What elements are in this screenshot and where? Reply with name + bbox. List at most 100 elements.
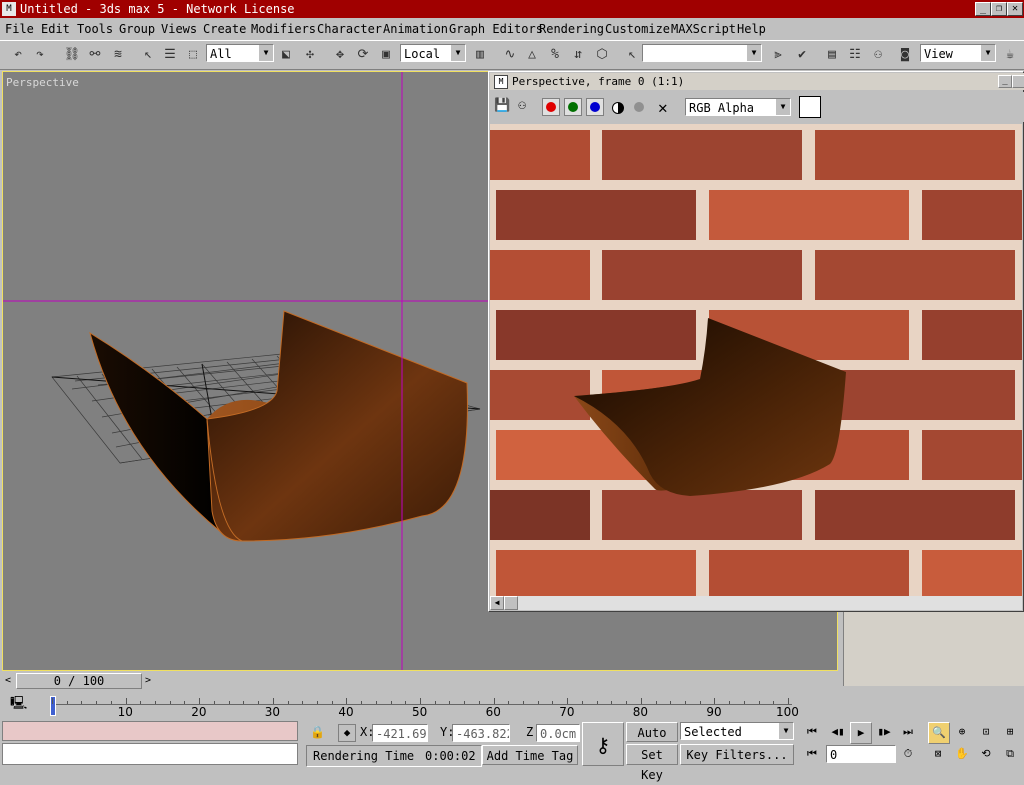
zoom-all-icon[interactable]: ⊕	[952, 722, 972, 742]
pan-icon[interactable]: ✋	[952, 744, 972, 764]
blue-channel-button[interactable]	[586, 98, 604, 116]
z-coordinate-field[interactable]: 0.0cm	[536, 724, 580, 742]
add-time-tag-button[interactable]: Add Time Tag	[482, 745, 578, 765]
set-key-button[interactable]: Set Key	[626, 744, 678, 782]
arc-rotate-icon[interactable]: ⟲	[976, 744, 996, 764]
region-zoom-icon[interactable]: ⊠	[928, 744, 948, 764]
undo-icon[interactable]: ↶	[8, 45, 28, 65]
set-key-mode-button[interactable]: ⚷	[582, 722, 624, 766]
quick-render-icon[interactable]: ☕	[1000, 45, 1020, 65]
maxscript-listener-pink[interactable]	[2, 721, 298, 741]
track-view-icon[interactable]: ▤	[822, 45, 842, 65]
clear-icon[interactable]: ✕	[658, 98, 668, 117]
monochrome-icon[interactable]	[612, 102, 624, 114]
time-configuration-icon[interactable]: ⏱	[898, 744, 918, 764]
redo-icon[interactable]: ↷	[30, 45, 50, 65]
next-frame-arrow[interactable]: >	[142, 673, 154, 688]
key-mode-toggle-icon[interactable]: ⏮	[802, 744, 822, 764]
menu-create[interactable]: Create	[203, 22, 246, 36]
go-to-end-icon[interactable]: ⏭	[898, 722, 918, 742]
y-coordinate-field[interactable]: -463.822	[452, 724, 510, 742]
reference-coord-system-dropdown[interactable]: Local ▼	[400, 44, 466, 62]
mirror-icon[interactable]: ⫸	[768, 45, 788, 65]
go-to-start-icon[interactable]: ⏮	[802, 722, 822, 742]
maxscript-listener-white[interactable]	[2, 743, 298, 765]
menu-animation[interactable]: Animation	[383, 22, 448, 36]
prev-frame-arrow[interactable]: <	[2, 673, 14, 688]
x-coordinate-field[interactable]: -421.696	[372, 724, 428, 742]
menu-customize[interactable]: Customize	[605, 22, 670, 36]
select-and-link-icon[interactable]: ⛓	[62, 45, 82, 65]
close-button[interactable]: ✕	[1007, 2, 1023, 16]
align-icon[interactable]: ✔	[792, 45, 812, 65]
zoom-extents-all-icon[interactable]: ⊞	[1000, 722, 1020, 742]
menu-tools[interactable]: Tools	[77, 22, 113, 36]
select-and-manipulate-icon[interactable]: ✣	[300, 45, 320, 65]
angle-snap-icon[interactable]: △	[522, 45, 542, 65]
select-object-icon[interactable]: ↖	[138, 45, 158, 65]
menu-group[interactable]: Group	[119, 22, 155, 36]
current-frame-field[interactable]: 0	[826, 745, 896, 763]
green-channel-button[interactable]	[564, 98, 582, 116]
red-channel-button[interactable]	[542, 98, 560, 116]
edit-named-selection-icon[interactable]: ↖	[622, 45, 642, 65]
schematic-view-icon[interactable]: ☷	[845, 45, 865, 65]
clone-icon[interactable]: ⚇	[514, 98, 530, 114]
menu-views[interactable]: Views	[161, 22, 197, 36]
menu-modifiers[interactable]: Modifiers	[251, 22, 316, 36]
scroll-thumb[interactable]	[504, 596, 518, 610]
viewport-label[interactable]: Perspective	[6, 76, 79, 89]
spinner-snap-icon[interactable]: ⇵	[568, 45, 588, 65]
menu-help[interactable]: Help	[737, 22, 766, 36]
alpha-channel-icon[interactable]	[634, 102, 644, 112]
named-selection-dropdown[interactable]: ▼	[642, 44, 762, 62]
scroll-left-arrow[interactable]: ◀	[490, 596, 504, 610]
menu-graph-editors[interactable]: Graph Editors	[449, 22, 543, 36]
previous-frame-icon[interactable]: ◀▮	[828, 722, 848, 742]
time-slider-thumb[interactable]: 0 / 100	[16, 673, 142, 689]
menu-edit[interactable]: Edit	[41, 22, 70, 36]
time-slider[interactable]: < 0 / 100 >	[2, 673, 838, 689]
save-icon[interactable]: 💾	[494, 98, 510, 114]
app-icon[interactable]: M	[2, 2, 16, 16]
track-bar[interactable]: 🖳 10 20 30 40 50 60 70 80 90 100	[2, 690, 838, 720]
play-icon[interactable]: ▶	[850, 722, 872, 744]
zoom-extents-icon[interactable]: ⊡	[976, 722, 996, 742]
menu-maxscript[interactable]: MAXScript	[671, 22, 736, 36]
menu-file[interactable]: File	[5, 22, 34, 36]
window-crossing-icon[interactable]: ⬕	[276, 45, 296, 65]
maximize-button[interactable]	[1012, 75, 1024, 88]
mini-curve-editor-icon[interactable]: 🖳	[10, 694, 27, 716]
select-by-name-icon[interactable]: ☰	[160, 45, 180, 65]
menu-rendering[interactable]: Rendering	[539, 22, 604, 36]
rectangular-selection-icon[interactable]: ⬚	[183, 45, 203, 65]
key-filters-button[interactable]: Key Filters...	[680, 744, 794, 765]
horizontal-scrollbar[interactable]: ◀	[490, 596, 1022, 610]
rendered-frame-titlebar[interactable]: M Perspective, frame 0 (1:1) _	[490, 73, 1024, 90]
render-scene-icon[interactable]: ◙	[895, 45, 915, 65]
select-and-move-icon[interactable]: ✥	[330, 45, 350, 65]
select-and-scale-icon[interactable]: ▣	[376, 45, 396, 65]
key-mode-dropdown[interactable]: Selected ▼	[680, 722, 794, 740]
display-channel-dropdown[interactable]: RGB Alpha ▼	[685, 98, 791, 116]
maximize-button[interactable]: ❐	[991, 2, 1007, 16]
named-selection-sets-icon[interactable]: ⬡	[592, 45, 612, 65]
minimize-button[interactable]: _	[998, 75, 1012, 88]
material-editor-icon[interactable]: ⚇	[868, 45, 888, 65]
snap-toggle-icon[interactable]: ∿	[500, 45, 520, 65]
pivot-point-center-icon[interactable]: ▥	[470, 45, 490, 65]
lock-selection-icon[interactable]: 🔒	[310, 725, 325, 739]
zoom-icon[interactable]: 🔍	[928, 722, 950, 744]
render-type-dropdown[interactable]: View ▼	[920, 44, 996, 62]
unlink-icon[interactable]: ⚯	[85, 45, 105, 65]
percent-snap-icon[interactable]: %	[545, 45, 565, 65]
color-swatch[interactable]	[799, 96, 821, 118]
current-frame-marker[interactable]	[50, 696, 56, 716]
auto-key-button[interactable]: Auto Key	[626, 722, 678, 760]
maximize-viewport-icon[interactable]: ⧉	[1000, 744, 1020, 764]
next-frame-icon[interactable]: ▮▶	[874, 722, 894, 742]
select-and-rotate-icon[interactable]: ⟳	[353, 45, 373, 65]
bind-space-warp-icon[interactable]: ≋	[108, 45, 128, 65]
absolute-mode-icon[interactable]: ◆	[338, 724, 356, 742]
minimize-button[interactable]: _	[975, 2, 991, 16]
